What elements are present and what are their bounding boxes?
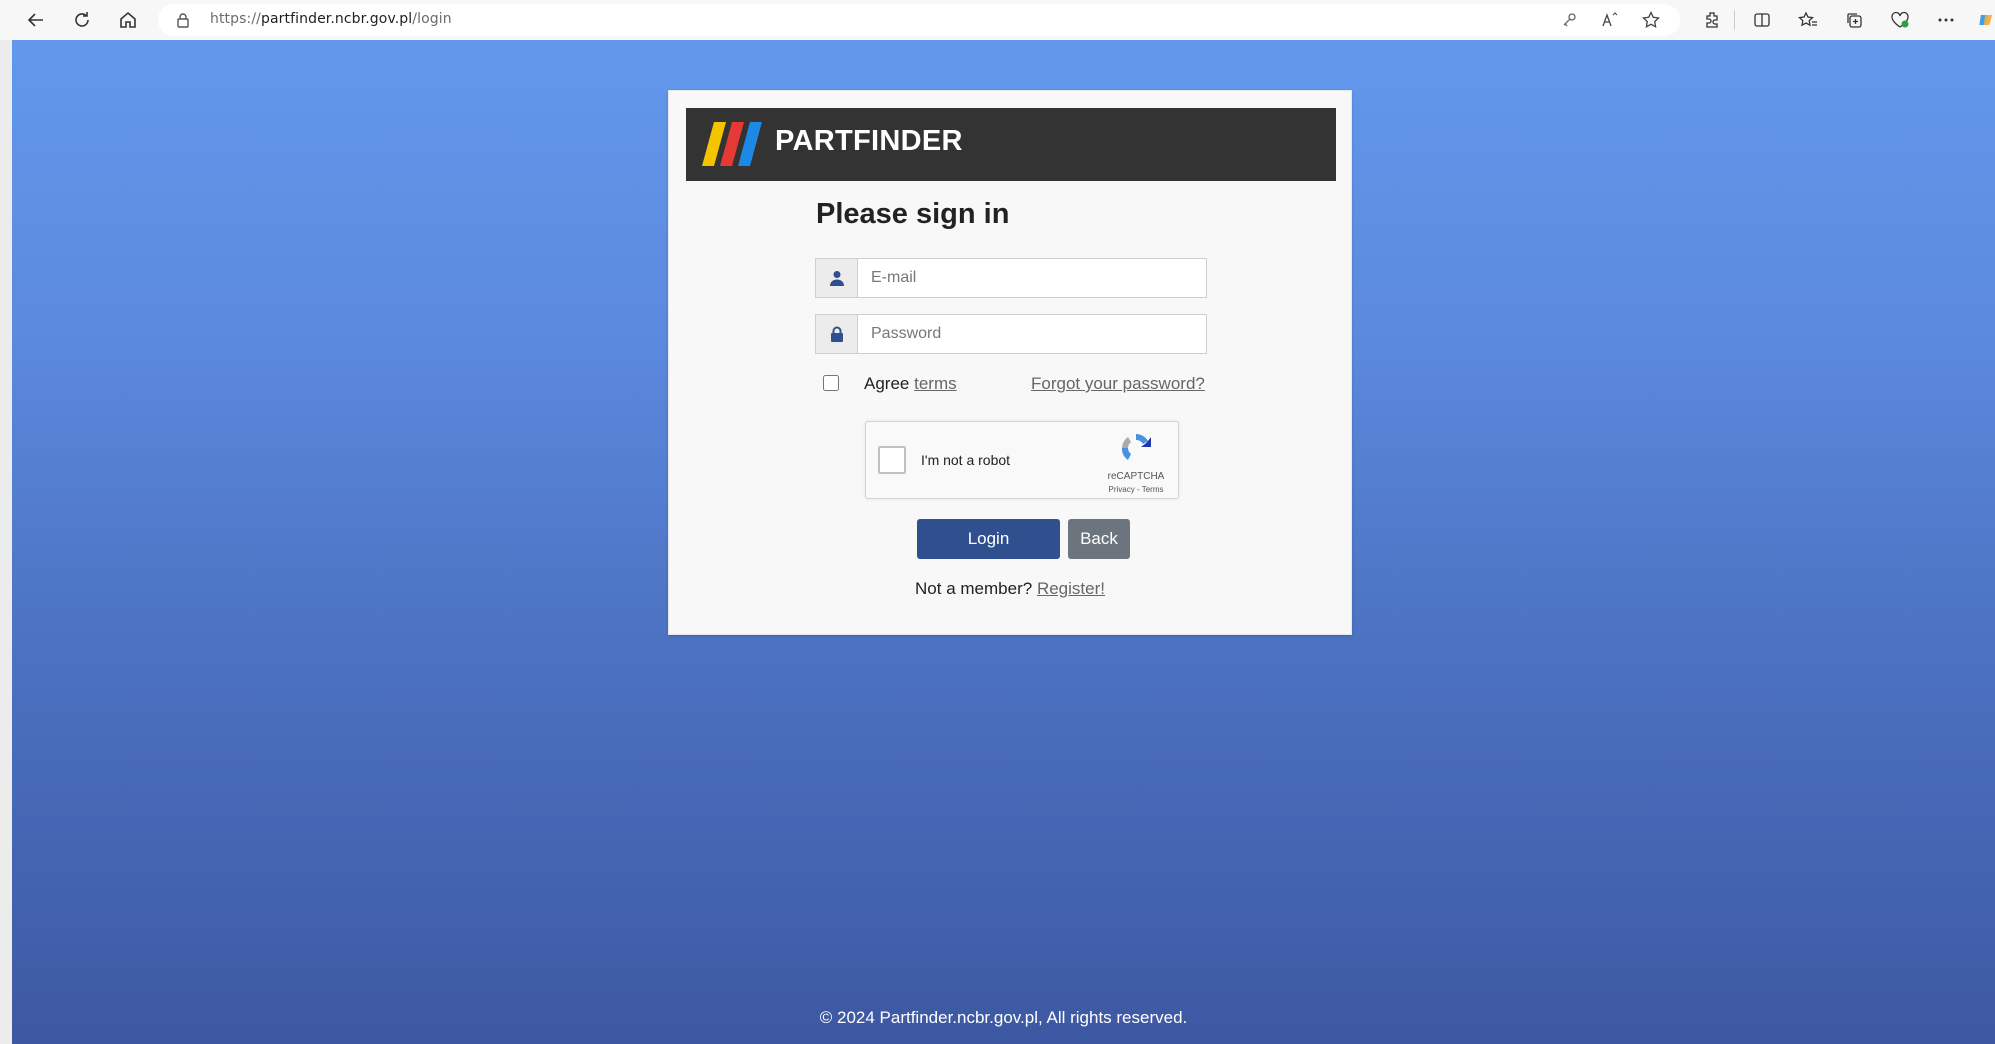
login-card: PARTFINDER Please sign in Agree terms Fo… <box>668 90 1352 635</box>
lock-icon <box>816 315 858 353</box>
toolbar-divider <box>1734 10 1735 30</box>
terms-link[interactable]: terms <box>914 374 957 393</box>
user-icon <box>816 259 858 297</box>
recaptcha-widget: I'm not a robot reCAPTCHA Privacy - Term… <box>865 421 1179 499</box>
favorite-star-icon[interactable] <box>1640 10 1662 30</box>
recaptcha-brand: reCAPTCHA <box>1107 471 1165 482</box>
browser-essentials-icon[interactable] <box>1888 8 1912 32</box>
copilot-icon[interactable] <box>1978 8 1995 32</box>
email-input[interactable] <box>858 259 1204 297</box>
agree-label: Agree terms <box>864 374 957 393</box>
favorites-icon[interactable] <box>1796 8 1820 32</box>
password-field-group <box>815 314 1207 354</box>
collections-icon[interactable] <box>1842 8 1866 32</box>
page-background: PARTFINDER Please sign in Agree terms Fo… <box>12 40 1995 1044</box>
browser-toolbar: https://partfinder.ncbr.gov.pl/login <box>0 0 1995 40</box>
partfinder-logo-icon <box>702 122 762 166</box>
read-aloud-icon[interactable] <box>1599 10 1621 30</box>
back-arrow-icon[interactable] <box>22 6 50 34</box>
page-title: Please sign in <box>816 198 1010 230</box>
refresh-icon[interactable] <box>68 6 96 34</box>
login-button[interactable]: Login <box>917 519 1060 559</box>
password-input[interactable] <box>858 315 1204 353</box>
recaptcha-checkbox[interactable] <box>878 446 906 474</box>
forgot-password-link[interactable]: Forgot your password? <box>1031 374 1205 394</box>
email-field-group <box>815 258 1207 298</box>
brand-header: PARTFINDER <box>686 108 1336 181</box>
recaptcha-logo-icon <box>1121 434 1151 460</box>
split-screen-icon[interactable] <box>1750 8 1774 32</box>
register-prompt: Not a member? Register! <box>915 579 1105 598</box>
register-link[interactable]: Register! <box>1037 579 1105 598</box>
address-bar[interactable]: https://partfinder.ncbr.gov.pl/login <box>158 4 1680 36</box>
recaptcha-links[interactable]: Privacy - Terms <box>1098 485 1174 494</box>
brand-name: PARTFINDER <box>775 125 963 157</box>
extensions-icon[interactable] <box>1700 8 1724 32</box>
recaptcha-label: I'm not a robot <box>921 452 1011 468</box>
password-key-icon[interactable] <box>1558 10 1580 30</box>
home-icon[interactable] <box>114 6 142 34</box>
more-options-icon[interactable] <box>1934 8 1958 32</box>
url-text: https://partfinder.ncbr.gov.pl/login <box>210 11 452 27</box>
agree-terms-checkbox[interactable] <box>823 375 839 391</box>
window-edge <box>0 40 12 1044</box>
back-button[interactable]: Back <box>1068 519 1130 559</box>
agree-row: Agree terms Forgot your password? <box>823 374 1213 396</box>
site-lock-icon[interactable] <box>176 12 190 33</box>
footer-copyright: © 2024 Partfinder.ncbr.gov.pl, All right… <box>819 1008 1188 1027</box>
